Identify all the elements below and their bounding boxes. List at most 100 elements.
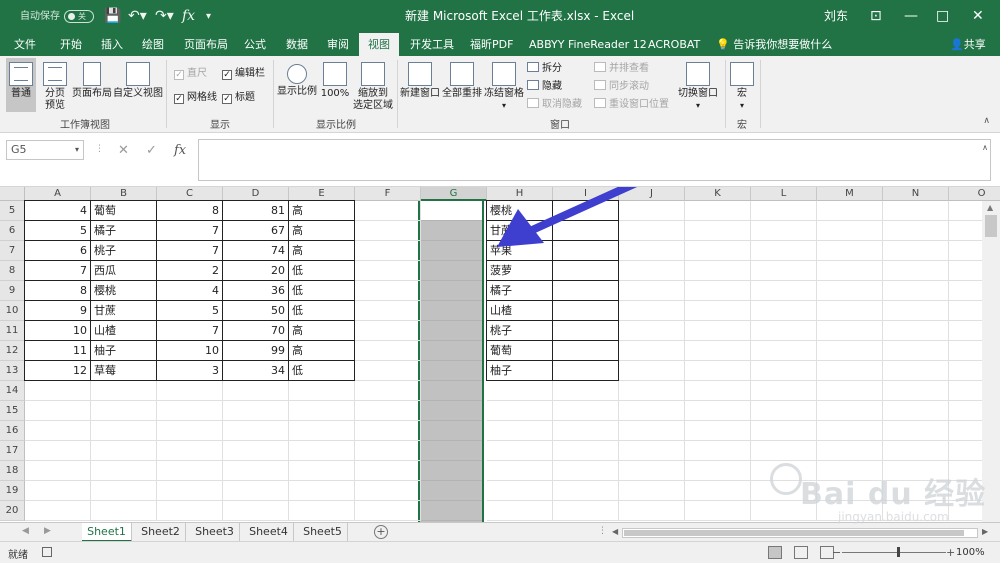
ribbon-separator xyxy=(725,60,726,128)
zoom-to-selection-button[interactable]: 缩放到 选定区域 xyxy=(352,58,394,112)
arrange-all-button[interactable]: 全部重排 xyxy=(442,58,482,112)
tab-data[interactable]: 数据 xyxy=(286,33,308,56)
sheet-tab-sheet5[interactable]: Sheet5 xyxy=(298,523,348,542)
enter-icon[interactable]: ✓ xyxy=(146,143,157,158)
prev-sheet-icon[interactable]: ◀ xyxy=(22,526,29,536)
chevron-down-icon: ▾ xyxy=(695,101,700,110)
zoom-slider[interactable] xyxy=(842,547,946,557)
ruler-checkbox[interactable]: ✓ 直尺 xyxy=(174,67,207,81)
reset-position-icon xyxy=(594,98,606,108)
tab-abbyy[interactable]: ABBYY FineReader 12 xyxy=(529,33,647,56)
scroll-left-icon[interactable]: ◀ xyxy=(612,527,618,536)
autosave-toggle[interactable]: 关 xyxy=(64,10,94,23)
normal-view-icon[interactable] xyxy=(768,546,782,559)
custom-views-button[interactable]: 自定义视图 xyxy=(113,58,163,112)
reset-window-position-button[interactable]: 重设窗口位置 xyxy=(594,98,669,112)
user-name[interactable]: 刘东 xyxy=(824,0,848,33)
maximize-button[interactable]: □ xyxy=(936,0,949,33)
person-icon: 👤 xyxy=(950,38,964,51)
page-layout-view-button[interactable]: 页面布局 xyxy=(72,58,112,112)
insert-function-icon[interactable]: fx xyxy=(174,143,186,158)
view-side-by-side-button[interactable]: 并排查看 xyxy=(594,62,649,76)
undo-icon[interactable]: ↶▾ xyxy=(128,0,147,33)
chevron-up-icon[interactable]: ∧ xyxy=(982,143,988,152)
macros-button[interactable]: 宏 ▾ xyxy=(728,58,756,112)
save-icon[interactable]: 💾 xyxy=(104,0,121,33)
formula-bar-checkbox[interactable]: ✓ 编辑栏 xyxy=(222,67,265,81)
normal-view-button[interactable]: 普通 xyxy=(6,58,36,112)
arrow-shaft xyxy=(526,187,638,235)
tab-page-layout[interactable]: 页面布局 xyxy=(184,33,228,56)
collapse-ribbon-icon[interactable]: ∧ xyxy=(983,116,990,126)
tell-me-label: 告诉我你想要做什么 xyxy=(733,38,833,51)
tab-file[interactable]: 文件 xyxy=(14,33,36,56)
tab-developer[interactable]: 开发工具 xyxy=(410,33,454,56)
zoom-100-button[interactable]: 100% xyxy=(320,58,350,112)
tab-draw[interactable]: 绘图 xyxy=(142,33,164,56)
tab-insert[interactable]: 插入 xyxy=(101,33,123,56)
sheet-tab-sheet1[interactable]: Sheet1 xyxy=(82,523,132,542)
hide-button[interactable]: 隐藏 xyxy=(527,80,562,94)
minimize-button[interactable]: — xyxy=(904,0,918,33)
zoom-100-icon xyxy=(323,62,347,86)
next-sheet-icon[interactable]: ▶ xyxy=(44,526,51,536)
zoom-selection-label-2: 选定区域 xyxy=(353,100,393,111)
new-window-button[interactable]: 新建窗口 xyxy=(399,58,441,112)
headings-checkbox[interactable]: ✓ 标题 xyxy=(222,91,255,105)
tab-home[interactable]: 开始 xyxy=(60,33,82,56)
tab-split-grip-icon[interactable]: ⋮ xyxy=(598,526,607,536)
sheet-tab-sheet3[interactable]: Sheet3 xyxy=(190,523,240,542)
sync-scroll-button[interactable]: 同步滚动 xyxy=(594,80,649,94)
close-button[interactable]: ✕ xyxy=(972,0,984,33)
ribbon-separator xyxy=(166,60,167,128)
switch-windows-button[interactable]: 切换窗口 ▾ xyxy=(676,58,720,112)
redo-icon[interactable]: ↷▾ xyxy=(155,0,174,33)
tab-foxit-pdf[interactable]: 福昕PDF xyxy=(470,33,513,56)
zoom-100-label: 100% xyxy=(320,88,350,99)
custom-views-icon xyxy=(126,62,150,86)
new-window-label: 新建窗口 xyxy=(400,88,440,99)
tab-view[interactable]: 视图 xyxy=(359,33,399,56)
zoom-selection-icon xyxy=(361,62,385,86)
vertical-scroll-thumb[interactable] xyxy=(985,215,997,237)
chevron-down-icon[interactable]: ▾ xyxy=(75,141,79,159)
zoom-in-button[interactable]: + xyxy=(946,546,955,559)
formula-input-box[interactable] xyxy=(198,139,991,181)
unhide-button[interactable]: 取消隐藏 xyxy=(527,98,582,112)
tab-review[interactable]: 审阅 xyxy=(327,33,349,56)
zoom-out-button[interactable]: − xyxy=(832,546,841,559)
split-icon xyxy=(527,62,539,72)
share-button[interactable]: 👤共享 xyxy=(950,33,986,56)
tell-me-search[interactable]: 💡 告诉我你想要做什么 xyxy=(716,33,832,56)
formula-input[interactable] xyxy=(199,140,990,160)
cancel-icon[interactable]: ✕ xyxy=(118,143,129,158)
scroll-up-icon[interactable]: ▲ xyxy=(987,203,993,212)
split-button[interactable]: 拆分 xyxy=(527,62,562,76)
tab-formulas[interactable]: 公式 xyxy=(244,33,266,56)
gridlines-label: 网格线 xyxy=(187,92,217,103)
add-sheet-button[interactable]: + xyxy=(374,525,388,539)
customize-toolbar-icon[interactable]: ▾ xyxy=(206,0,211,33)
show-group-label: 显示 xyxy=(210,120,230,131)
name-box[interactable]: G5 ▾ xyxy=(6,140,84,160)
ribbon-separator xyxy=(273,60,274,128)
lightbulb-icon: 💡 xyxy=(716,38,730,51)
autosave-state: 关 xyxy=(78,12,86,21)
insert-function-icon[interactable]: fx xyxy=(182,0,195,33)
switch-windows-label: 切换窗口 xyxy=(678,88,718,99)
baidu-jingyan-watermark: Bai du 经验 jingyan.baidu.com xyxy=(760,455,990,535)
zoom-button[interactable]: 显示比例 xyxy=(276,58,318,112)
paw-logo-icon xyxy=(770,463,802,495)
tab-acrobat[interactable]: ACROBAT xyxy=(648,33,700,56)
freeze-panes-button[interactable]: 冻结窗格 ▾ xyxy=(484,58,524,112)
ribbon-options-icon[interactable]: ⊡ xyxy=(870,0,882,33)
macro-record-icon[interactable] xyxy=(42,547,52,557)
page-layout-view-icon[interactable] xyxy=(794,546,808,559)
sheet-tab-sheet2[interactable]: Sheet2 xyxy=(136,523,186,542)
gridlines-checkbox[interactable]: ✓ 网格线 xyxy=(174,91,217,105)
page-break-preview-button[interactable]: 分页 预览 xyxy=(40,58,70,112)
sheet-tab-sheet4[interactable]: Sheet4 xyxy=(244,523,294,542)
zoom-slider-knob[interactable] xyxy=(897,547,900,557)
unhide-icon xyxy=(527,98,539,108)
zoom-level[interactable]: 100% xyxy=(956,547,985,558)
